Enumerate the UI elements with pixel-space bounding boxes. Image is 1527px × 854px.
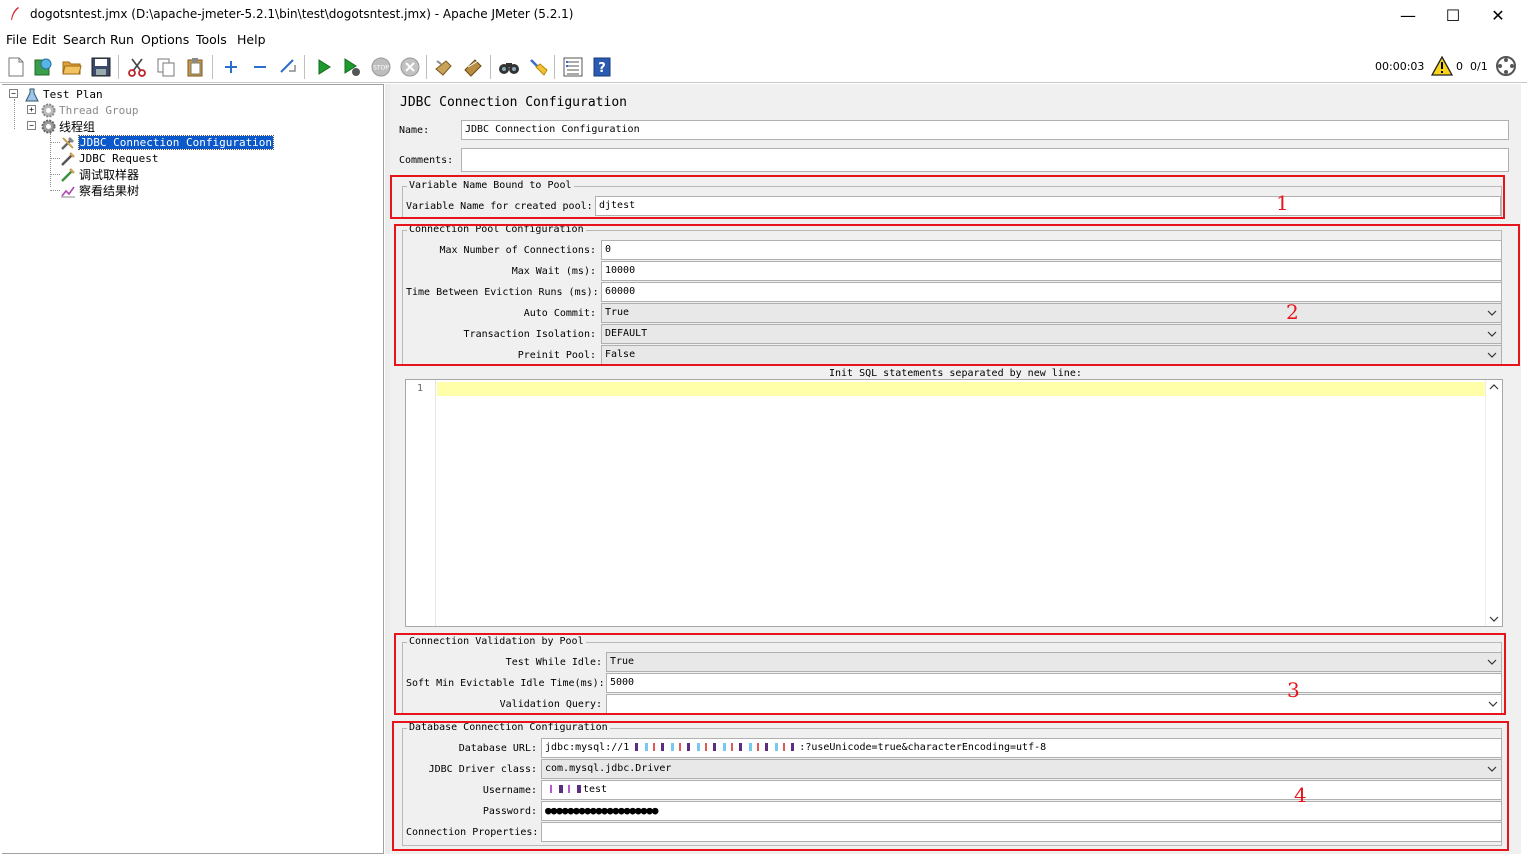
stop-icon[interactable]: STOP [370, 56, 392, 78]
new-icon[interactable] [5, 56, 27, 78]
close-button[interactable]: ✕ [1475, 0, 1521, 30]
open-icon[interactable] [61, 56, 83, 78]
init-sql-editor[interactable]: 1 [405, 379, 1503, 627]
menu-bar: File Edit Search Run Options Tools Help [0, 30, 1527, 50]
help-icon[interactable]: ? [591, 56, 613, 78]
menu-options[interactable]: Options [141, 32, 189, 47]
tree-label: Thread Group [59, 104, 139, 117]
cut-icon[interactable] [126, 56, 148, 78]
menu-run[interactable]: Run [110, 32, 134, 47]
menu-tools[interactable]: Tools [196, 32, 227, 47]
tree-label: 线程组 [59, 120, 96, 134]
expand-icon[interactable] [220, 56, 242, 78]
elapsed-timer: 00:00:03 [1375, 60, 1425, 73]
clear-icon[interactable] [433, 56, 455, 78]
gear-icon [40, 103, 56, 118]
clear-all-icon[interactable] [462, 56, 484, 78]
tree-item-debug-sampler[interactable]: 调试取样器 [60, 167, 139, 182]
menu-help[interactable]: Help [237, 32, 266, 47]
tree-item-jdbc-config[interactable]: JDBC Connection Configuration [60, 135, 275, 150]
annotation-number-1: 1 [1276, 191, 1289, 215]
jdbc-config-panel: JDBC Connection Configuration Name: JDBC… [390, 84, 1521, 854]
pipette-icon [60, 151, 76, 166]
warning-icon[interactable] [1431, 55, 1453, 77]
tree-label: JDBC Connection Configuration [77, 135, 275, 150]
tree-collapse-toggle[interactable]: − [27, 121, 36, 130]
wrench-icon [60, 135, 76, 150]
pipette-icon [60, 167, 76, 182]
line-number: 1 [417, 383, 424, 394]
start-no-pause-icon[interactable] [341, 56, 363, 78]
annotation-number-4: 4 [1294, 783, 1307, 807]
tree-expand-toggle[interactable]: + [27, 105, 36, 114]
toggle-icon[interactable] [277, 56, 299, 78]
tree-label: JDBC Request [79, 152, 159, 165]
remote-status-icon [1495, 55, 1517, 77]
editor-scrollbar[interactable] [1485, 380, 1502, 626]
tree-item-jdbc-request[interactable]: JDBC Request [60, 151, 158, 166]
chart-icon [60, 183, 76, 198]
chevron-down-icon[interactable] [1489, 616, 1499, 622]
init-sql-label: Init SQL statements separated by new lin… [829, 368, 1082, 379]
comments-label: Comments: [399, 155, 454, 166]
gear-icon [40, 119, 56, 134]
current-line-highlight [437, 382, 1485, 396]
name-field[interactable]: JDBC Connection Configuration [461, 120, 1509, 140]
line-number-gutter: 1 [406, 380, 436, 626]
svg-text:STOP: STOP [373, 65, 389, 72]
chevron-up-icon[interactable] [1489, 384, 1499, 390]
annotation-box-3 [394, 633, 1506, 715]
test-plan-icon [24, 87, 40, 102]
reset-search-icon[interactable] [527, 56, 549, 78]
tree-item-thread-group-cn[interactable]: 线程组 [40, 119, 95, 134]
tree-label: Test Plan [43, 88, 103, 101]
title-bar: dogotsntest.jmx (D:\apache-jmeter-5.2.1\… [0, 0, 1527, 30]
tree-label: 调试取样器 [79, 168, 140, 182]
copy-icon[interactable] [155, 56, 177, 78]
annotation-number-3: 3 [1287, 678, 1300, 702]
tree-item-thread-group[interactable]: Thread Group [40, 103, 138, 118]
annotation-box-4 [392, 721, 1509, 851]
comments-field[interactable] [461, 148, 1509, 172]
tree-label: 察看结果树 [79, 184, 140, 198]
minimize-button[interactable]: — [1385, 0, 1431, 30]
active-threads: 0/1 [1470, 60, 1488, 73]
menu-file[interactable]: File [6, 32, 27, 47]
annotation-number-2: 2 [1286, 300, 1299, 324]
window-title: dogotsntest.jmx (D:\apache-jmeter-5.2.1\… [30, 7, 574, 21]
shutdown-icon[interactable] [399, 56, 421, 78]
templates-icon[interactable] [32, 56, 54, 78]
tree-item-result-tree[interactable]: 察看结果树 [60, 183, 139, 198]
panel-title: JDBC Connection Configuration [400, 95, 627, 110]
tree-collapse-toggle[interactable]: − [9, 89, 18, 98]
name-label: Name: [399, 125, 430, 136]
search-icon[interactable] [498, 56, 520, 78]
paste-icon[interactable] [184, 56, 206, 78]
annotation-box-2 [394, 224, 1520, 366]
save-icon[interactable] [90, 56, 112, 78]
error-count: 0 [1456, 60, 1463, 73]
toolbar: STOP ? 00:00:03 0 0/1 [0, 50, 1527, 83]
annotation-box-1 [390, 175, 1505, 219]
maximize-button[interactable]: ☐ [1430, 0, 1476, 30]
test-plan-tree: − Test Plan + Thread Group − 线程组 JDBC Co… [2, 84, 384, 854]
menu-edit[interactable]: Edit [32, 32, 56, 47]
svg-text:?: ? [598, 61, 606, 76]
tree-item-test-plan[interactable]: Test Plan [24, 87, 103, 102]
collapse-icon[interactable] [249, 56, 271, 78]
function-helper-icon[interactable] [562, 56, 584, 78]
start-icon[interactable] [313, 56, 335, 78]
menu-search[interactable]: Search [63, 32, 106, 47]
jmeter-feather-icon [11, 7, 19, 20]
